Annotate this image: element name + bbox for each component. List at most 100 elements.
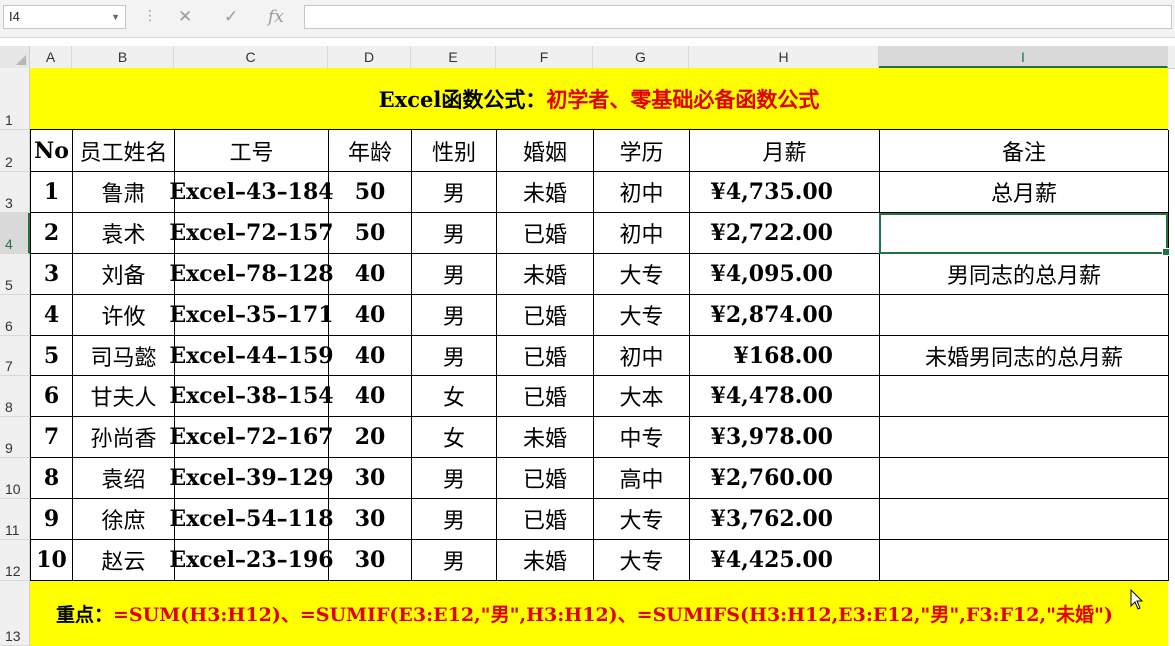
header-cell-education[interactable]: 学历	[594, 130, 690, 172]
cell-education[interactable]: 高中	[594, 458, 690, 499]
cell-name[interactable]: 袁绍	[73, 458, 175, 499]
cell-id[interactable]: Excel–35–171	[169, 295, 334, 336]
header-cell-age[interactable]: 年龄	[329, 130, 412, 172]
cell-education[interactable]: 大本	[594, 376, 690, 417]
cell-education[interactable]: 大专	[594, 499, 690, 540]
cell-no[interactable]: 10	[31, 540, 73, 581]
row-header-9[interactable]: 9	[0, 417, 30, 458]
cell-salary[interactable]: ¥4,425.00	[690, 540, 880, 581]
cell-marital[interactable]: 已婚	[497, 376, 594, 417]
cell-note[interactable]	[880, 295, 1169, 336]
cell-salary[interactable]: ¥2,874.00	[690, 295, 880, 336]
cell-gender[interactable]: 女	[412, 417, 497, 458]
cell-age[interactable]: 20	[329, 417, 412, 458]
cell-note[interactable]	[880, 376, 1169, 417]
cell-no[interactable]: 5	[31, 336, 73, 376]
cell-note[interactable]	[880, 458, 1169, 499]
cell-age[interactable]: 30	[329, 499, 412, 540]
row-header-4[interactable]: 4	[0, 213, 30, 254]
column-header-e[interactable]: E	[411, 46, 496, 68]
cell-gender[interactable]: 男	[412, 499, 497, 540]
cell-id[interactable]: Excel–43–184	[169, 172, 334, 213]
cell-note[interactable]: 男同志的总月薪	[880, 254, 1169, 295]
cell-name[interactable]: 赵云	[73, 540, 175, 581]
cell-name[interactable]: 徐庶	[73, 499, 175, 540]
cell-gender[interactable]: 男	[412, 254, 497, 295]
cell-note[interactable]: 未婚男同志的总月薪	[880, 336, 1169, 376]
formula-input[interactable]	[304, 5, 1172, 29]
cell-name[interactable]: 许攸	[73, 295, 175, 336]
cell-name[interactable]: 孙尚香	[73, 417, 175, 458]
cell-no[interactable]: 8	[31, 458, 73, 499]
cell-education[interactable]: 初中	[594, 172, 690, 213]
column-header-f[interactable]: F	[496, 46, 593, 68]
cell-salary[interactable]: ¥4,735.00	[690, 172, 880, 213]
column-header-b[interactable]: B	[72, 46, 174, 68]
cell-age[interactable]: 50	[329, 172, 412, 213]
cell-id[interactable]: Excel–72–167	[169, 417, 334, 458]
cell-note[interactable]	[880, 417, 1169, 458]
cell-marital[interactable]: 未婚	[497, 254, 594, 295]
cell-no[interactable]: 6	[31, 376, 73, 417]
row-header-13[interactable]: 13	[0, 581, 30, 646]
row-header-12[interactable]: 12	[0, 540, 30, 581]
cell-id[interactable]: Excel–39–129	[169, 458, 334, 499]
row-header-10[interactable]: 10	[0, 458, 30, 499]
enter-icon[interactable]: ✓	[224, 5, 238, 29]
cell-id[interactable]: Excel–54–118	[169, 499, 334, 540]
cell-no[interactable]: 7	[31, 417, 73, 458]
cell-id[interactable]: Excel–44–159	[169, 336, 334, 376]
cell-no[interactable]: 2	[31, 213, 73, 254]
cell-name[interactable]: 袁术	[73, 213, 175, 254]
cell-gender[interactable]: 男	[412, 336, 497, 376]
cell-marital[interactable]: 已婚	[497, 458, 594, 499]
column-header-d[interactable]: D	[328, 46, 411, 68]
cell-education[interactable]: 初中	[594, 336, 690, 376]
header-cell-salary[interactable]: 月薪	[690, 130, 880, 172]
cell-salary[interactable]: ¥168.00	[690, 336, 880, 376]
column-header-c[interactable]: C	[174, 46, 328, 68]
cell-education[interactable]: 大专	[594, 254, 690, 295]
cell-marital[interactable]: 未婚	[497, 540, 594, 581]
cell-note[interactable]	[880, 213, 1169, 254]
column-header-g[interactable]: G	[593, 46, 689, 68]
cell-note[interactable]: 总月薪	[880, 172, 1169, 213]
cell-education[interactable]: 初中	[594, 213, 690, 254]
cell-salary[interactable]: ¥4,095.00	[690, 254, 880, 295]
footer-banner[interactable]: 重点： =SUM(H3:H12)、=SUMIF(E3:E12,"男",H3:H12…	[30, 581, 1168, 646]
cell-salary[interactable]: ¥2,760.00	[690, 458, 880, 499]
cell-age[interactable]: 40	[329, 254, 412, 295]
cell-marital[interactable]: 已婚	[497, 295, 594, 336]
cell-marital[interactable]: 已婚	[497, 336, 594, 376]
row-header-1[interactable]: 1	[0, 68, 30, 130]
cell-age[interactable]: 40	[329, 336, 412, 376]
cell-gender[interactable]: 男	[412, 540, 497, 581]
cell-age[interactable]: 30	[329, 540, 412, 581]
cell-marital[interactable]: 未婚	[497, 172, 594, 213]
cell-age[interactable]: 30	[329, 458, 412, 499]
cell-education[interactable]: 中专	[594, 417, 690, 458]
cell-note[interactable]	[880, 499, 1169, 540]
cell-salary[interactable]: ¥4,478.00	[690, 376, 880, 417]
column-header-h[interactable]: H	[689, 46, 879, 68]
function-icon[interactable]: fx	[268, 5, 284, 29]
cell-salary[interactable]: ¥2,722.00	[690, 213, 880, 254]
cell-id[interactable]: Excel–23–196	[169, 540, 334, 581]
cell-id[interactable]: Excel–72–157	[169, 213, 334, 254]
header-cell-marital[interactable]: 婚姻	[497, 130, 594, 172]
row-header-11[interactable]: 11	[0, 499, 30, 540]
cell-gender[interactable]: 男	[412, 172, 497, 213]
cell-salary[interactable]: ¥3,978.00	[690, 417, 880, 458]
cell-marital[interactable]: 已婚	[497, 499, 594, 540]
row-header-6[interactable]: 6	[0, 295, 30, 336]
cell-name[interactable]: 司马懿	[73, 336, 175, 376]
row-header-8[interactable]: 8	[0, 376, 30, 417]
column-header-i[interactable]: I	[879, 46, 1168, 68]
cell-no[interactable]: 4	[31, 295, 73, 336]
header-cell-id[interactable]: 工号	[175, 130, 329, 172]
cell-no[interactable]: 9	[31, 499, 73, 540]
cell-gender[interactable]: 男	[412, 458, 497, 499]
cell-marital[interactable]: 未婚	[497, 417, 594, 458]
cell-name[interactable]: 鲁肃	[73, 172, 175, 213]
cell-no[interactable]: 1	[31, 172, 73, 213]
